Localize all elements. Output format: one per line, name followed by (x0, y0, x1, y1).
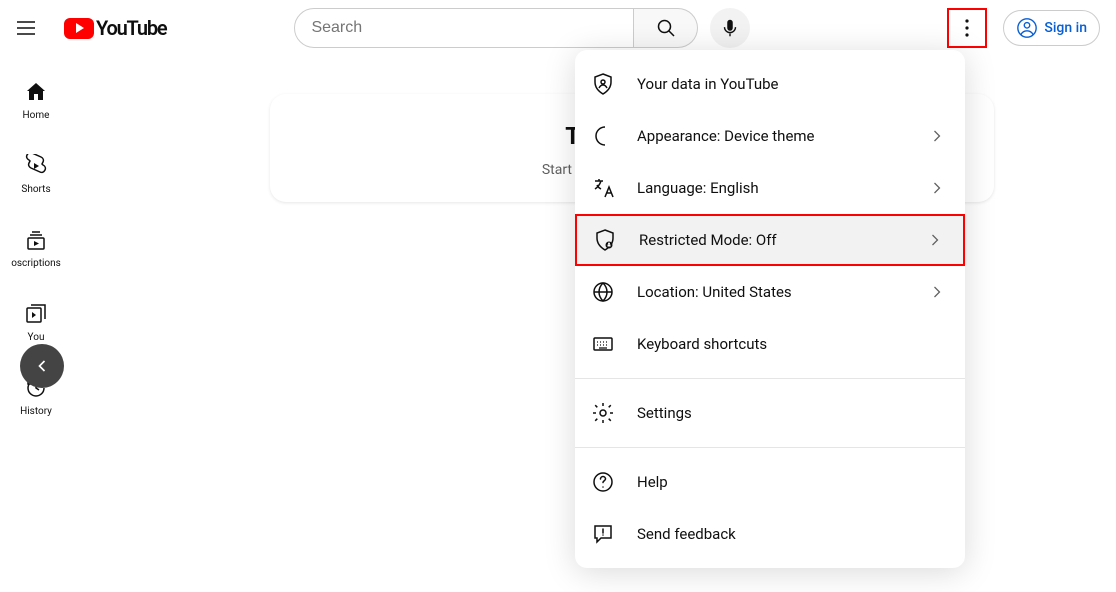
menu-item-settings[interactable]: Settings (575, 387, 965, 439)
chevron-right-icon (923, 230, 947, 250)
subscriptions-icon (24, 228, 48, 252)
menu-item-feedback[interactable]: Send feedback (575, 508, 965, 560)
sidebar-item-label: History (20, 406, 52, 417)
menu-item-label: Help (637, 473, 949, 491)
user-icon (1016, 17, 1038, 39)
microphone-icon (719, 17, 741, 39)
menu-item-label: Appearance: Device theme (637, 127, 925, 145)
sign-in-button[interactable]: Sign in (1003, 10, 1100, 46)
sidebar-item-label: You (28, 332, 45, 343)
menu-item-label: Location: United States (637, 283, 925, 301)
user-shield-icon (591, 72, 615, 96)
menu-item-label: Restricted Mode: Off (639, 231, 923, 249)
voice-search-button[interactable] (710, 8, 750, 48)
sidebar-item-label: oscriptions (11, 258, 61, 269)
sidebar-item-you[interactable]: You (4, 278, 68, 352)
menu-item-label: Keyboard shortcuts (637, 335, 949, 353)
menu-item-label: Settings (637, 404, 949, 422)
globe-icon (591, 280, 615, 304)
sign-in-label: Sign in (1044, 20, 1087, 36)
menu-divider (575, 378, 965, 379)
dots-vertical-icon (955, 16, 979, 40)
chevron-right-icon (925, 126, 949, 146)
menu-divider (575, 447, 965, 448)
menu-item-label: Your data in YouTube (637, 75, 949, 93)
keyboard-icon (591, 332, 615, 356)
sidebar-item-subscriptions[interactable]: oscriptions (4, 204, 68, 278)
translate-icon (591, 176, 615, 200)
settings-menu: Your data in YouTube Appearance: Device … (575, 50, 965, 568)
menu-item-keyboard-shortcuts[interactable]: Keyboard shortcuts (575, 318, 965, 370)
hamburger-menu-button[interactable] (6, 8, 46, 48)
search-icon (654, 16, 678, 40)
sidebar-item-label: Shorts (21, 184, 50, 195)
youtube-logo-icon (64, 18, 94, 39)
search-input[interactable] (294, 8, 634, 48)
menu-item-label: Language: English (637, 179, 925, 197)
chevron-right-icon (925, 282, 949, 302)
youtube-logo-text: YouTube (96, 16, 166, 40)
more-options-button[interactable] (947, 8, 987, 48)
sidebar-item-label: Home (23, 110, 50, 121)
menu-item-language[interactable]: Language: English (575, 162, 965, 214)
search-button[interactable] (634, 8, 698, 48)
sidebar-item-shorts[interactable]: Shorts (4, 130, 68, 204)
menu-item-your-data[interactable]: Your data in YouTube (575, 58, 965, 110)
library-icon (24, 302, 48, 326)
youtube-logo[interactable]: YouTube (64, 16, 166, 40)
home-icon (24, 80, 48, 104)
chevron-right-icon (925, 178, 949, 198)
menu-item-help[interactable]: Help (575, 456, 965, 508)
menu-item-appearance[interactable]: Appearance: Device theme (575, 110, 965, 162)
chevron-left-icon (32, 356, 52, 376)
feedback-icon (591, 522, 615, 546)
back-button[interactable] (20, 344, 64, 388)
help-icon (591, 470, 615, 494)
menu-item-label: Send feedback (637, 525, 949, 543)
menu-item-restricted-mode[interactable]: Restricted Mode: Off (575, 214, 965, 266)
shorts-icon (24, 154, 48, 178)
moon-icon (591, 124, 615, 148)
menu-item-location[interactable]: Location: United States (575, 266, 965, 318)
gear-icon (591, 401, 615, 425)
sidebar-item-home[interactable]: Home (4, 56, 68, 130)
hamburger-icon (14, 16, 38, 40)
shield-lock-icon (593, 228, 617, 252)
